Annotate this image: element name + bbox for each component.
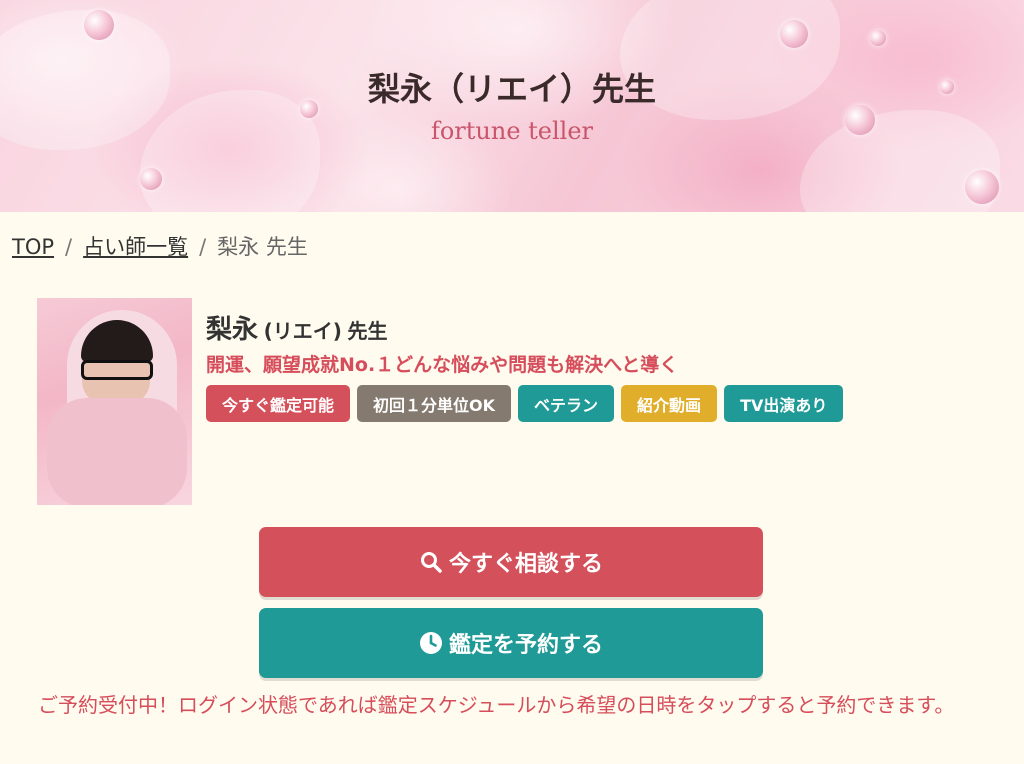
badge-first-minute: 初回１分単位OK xyxy=(357,385,512,422)
search-icon xyxy=(420,552,442,573)
breadcrumb-separator: / xyxy=(65,235,73,259)
badge-list: 今すぐ鑑定可能 初回１分単位OK ベテラン 紹介動画 TV出演あり xyxy=(206,385,844,422)
badge-intro-video: 紹介動画 xyxy=(621,385,718,422)
breadcrumb-fortune-tellers-link[interactable]: 占い師一覧 xyxy=(83,235,188,259)
crystal-decoration xyxy=(965,170,999,204)
page-title: 梨永（リエイ）先生 xyxy=(367,70,656,108)
reserve-label: 鑑定を予約する xyxy=(448,633,603,658)
breadcrumb-top-link[interactable]: TOP xyxy=(12,235,54,259)
badge-available-now: 今すぐ鑑定可能 xyxy=(206,385,351,422)
avatar-scarf xyxy=(47,398,187,505)
breadcrumb: TOP / 占い師一覧 / 梨永 先生 xyxy=(12,231,308,261)
name-main: 梨永 xyxy=(206,315,259,345)
reserve-button[interactable]: 鑑定を予約する xyxy=(259,608,763,678)
badge-veteran: ベテラン xyxy=(518,385,615,422)
consult-now-label: 今すぐ相談する xyxy=(448,552,603,577)
tagline: 開運、願望成就No.１どんな悩みや問題も解決へと導く xyxy=(206,354,679,376)
header-banner: 梨永（リエイ）先生 fortune teller xyxy=(0,0,1024,212)
avatar xyxy=(37,298,192,505)
crystal-decoration xyxy=(870,30,886,46)
crystal-decoration xyxy=(780,20,808,48)
crystal-decoration xyxy=(84,10,114,40)
badge-tv-appearance: TV出演あり xyxy=(724,385,844,422)
clock-icon xyxy=(419,632,442,654)
name-honorific: 先生 xyxy=(347,319,388,343)
breadcrumb-current: 梨永 先生 xyxy=(217,235,308,259)
page-subtitle: fortune teller xyxy=(430,117,594,145)
name-reading: (リエイ) xyxy=(263,319,342,343)
crystal-decoration xyxy=(140,168,162,190)
consult-now-button[interactable]: 今すぐ相談する xyxy=(259,527,763,597)
breadcrumb-separator: / xyxy=(199,235,207,259)
reservation-notice: ご予約受付中！ログイン状態であれば鑑定スケジュールから希望の日時をタップすると予… xyxy=(38,693,955,717)
fortune-teller-name: 梨永 (リエイ) 先生 xyxy=(206,309,387,346)
avatar-glasses xyxy=(81,360,153,380)
